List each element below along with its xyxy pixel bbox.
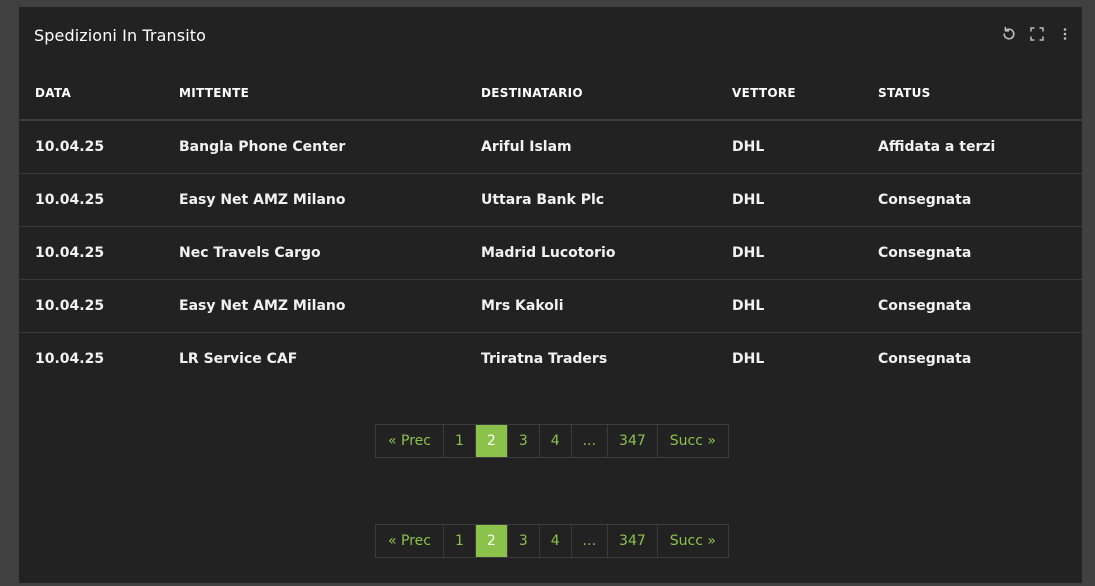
cell-data: 10.04.25 bbox=[19, 173, 163, 227]
cell-mittente: LR Service CAF bbox=[179, 351, 298, 367]
cell-vettore: DHL bbox=[732, 351, 765, 367]
pagination-page-4[interactable]: 4 bbox=[540, 425, 572, 457]
pagination-page-3[interactable]: 3 bbox=[508, 425, 540, 457]
cell-status: Consegnata bbox=[862, 173, 1082, 227]
cell-data: 10.04.25 bbox=[19, 120, 163, 174]
fullscreen-icon[interactable] bbox=[1028, 24, 1046, 44]
pagination-page-347[interactable]: 347 bbox=[608, 425, 658, 457]
pagination-prev-button[interactable]: « Prec bbox=[376, 525, 444, 557]
table-row[interactable]: 10.04.25 Bangla Phone Center Ariful Isla… bbox=[19, 120, 1082, 174]
pagination-bottom: « Prec 1 2 3 4 ... 347 Succ » bbox=[375, 524, 729, 558]
column-header-status[interactable]: STATUS bbox=[862, 67, 1082, 121]
page-frame: Spedizioni In Transito DATA MITTENTE DES… bbox=[0, 0, 1095, 586]
pagination-ellipsis: ... bbox=[572, 425, 609, 457]
cell-data: 10.04.25 bbox=[19, 226, 163, 280]
pagination-page-3[interactable]: 3 bbox=[508, 525, 540, 557]
table-row[interactable]: 10.04.25 Nec Travels Cargo Madrid Lucoto… bbox=[19, 226, 1082, 280]
cell-destinatario: Madrid Lucotorio bbox=[465, 226, 716, 280]
cell-mittente: Easy Net AMZ Milano bbox=[163, 173, 465, 227]
more-vertical-icon[interactable] bbox=[1056, 24, 1074, 44]
cell-data: 10.04.25 bbox=[35, 351, 105, 367]
cell-vettore: DHL bbox=[716, 279, 862, 333]
cell-destinatario: Triratna Traders bbox=[481, 351, 608, 367]
table-row[interactable]: 10.04.25 Easy Net AMZ Milano Uttara Bank… bbox=[19, 173, 1082, 227]
pagination-page-4[interactable]: 4 bbox=[540, 525, 572, 557]
card-title: Spedizioni In Transito bbox=[34, 26, 206, 45]
cell-destinatario: Mrs Kakoli bbox=[465, 279, 716, 333]
column-header-mittente[interactable]: MITTENTE bbox=[163, 67, 465, 121]
cell-vettore: DHL bbox=[716, 173, 862, 227]
pagination-prev-button[interactable]: « Prec bbox=[376, 425, 444, 457]
pagination-page-347[interactable]: 347 bbox=[608, 525, 658, 557]
column-header-data[interactable]: DATA bbox=[19, 67, 163, 121]
card-tools bbox=[1000, 24, 1074, 44]
cell-destinatario: Ariful Islam bbox=[465, 120, 716, 174]
cell-mittente: Bangla Phone Center bbox=[163, 120, 465, 174]
pagination-page-2[interactable]: 2 bbox=[475, 525, 508, 557]
cell-destinatario: Uttara Bank Plc bbox=[465, 173, 716, 227]
card-header: Spedizioni In Transito bbox=[19, 7, 1082, 63]
pagination-page-2[interactable]: 2 bbox=[475, 425, 508, 457]
pagination-page-1[interactable]: 1 bbox=[444, 525, 476, 557]
column-header-vettore[interactable]: VETTORE bbox=[716, 67, 862, 121]
cell-status: Affidata a terzi bbox=[862, 120, 1082, 174]
cell-mittente: Easy Net AMZ Milano bbox=[163, 279, 465, 333]
column-header-destinatario[interactable]: DESTINATARIO bbox=[465, 67, 716, 121]
pagination-next-button[interactable]: Succ » bbox=[658, 425, 728, 457]
cell-status: Consegnata bbox=[862, 279, 1082, 333]
table-row[interactable]: 10.04.25 Easy Net AMZ Milano Mrs Kakoli … bbox=[19, 279, 1082, 333]
cell-status: Consegnata bbox=[862, 226, 1082, 280]
shipments-card: Spedizioni In Transito DATA MITTENTE DES… bbox=[19, 7, 1082, 583]
refresh-icon[interactable] bbox=[1000, 24, 1018, 44]
shipments-table: DATA MITTENTE DESTINATARIO VETTORE STATU… bbox=[19, 67, 1082, 385]
cell-mittente: Nec Travels Cargo bbox=[163, 226, 465, 280]
pagination-top: « Prec 1 2 3 4 ... 347 Succ » bbox=[375, 424, 729, 458]
pagination-ellipsis: ... bbox=[572, 525, 609, 557]
table-header-row: DATA MITTENTE DESTINATARIO VETTORE STATU… bbox=[19, 67, 1082, 121]
cell-data: 10.04.25 bbox=[19, 279, 163, 333]
pagination-page-1[interactable]: 1 bbox=[444, 425, 476, 457]
pagination-next-button[interactable]: Succ » bbox=[658, 525, 728, 557]
cell-vettore: DHL bbox=[716, 120, 862, 174]
cell-vettore: DHL bbox=[716, 226, 862, 280]
table-row[interactable]: 10.04.25 LR Service CAF Triratna Traders… bbox=[19, 333, 1082, 386]
cell-status: Consegnata bbox=[878, 351, 972, 367]
